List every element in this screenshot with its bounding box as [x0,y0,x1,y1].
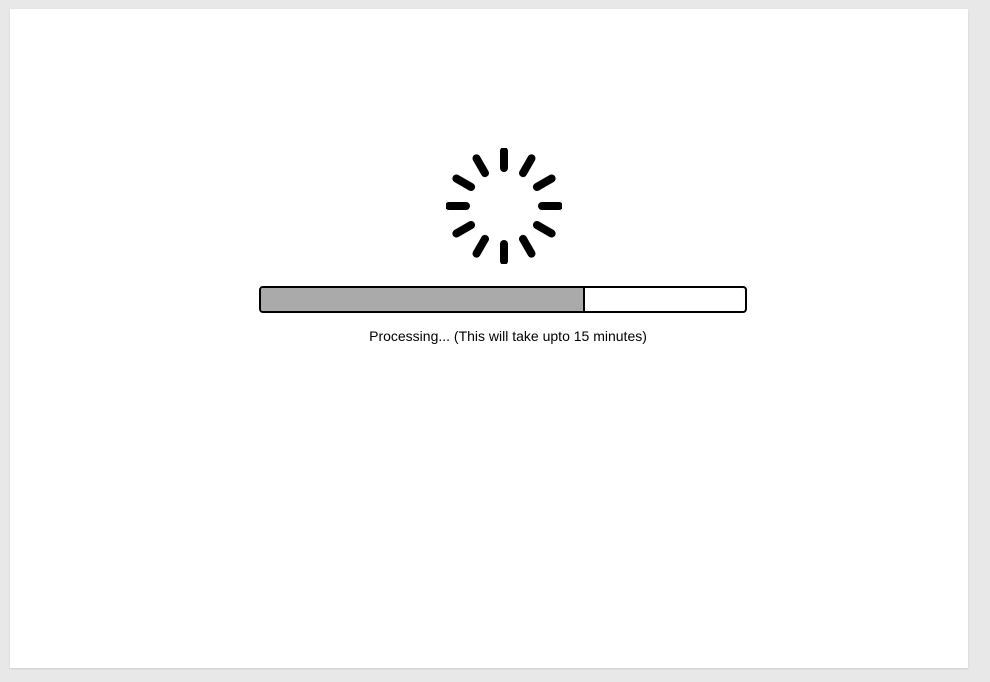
spinner-spoke [472,234,489,258]
spinner-spoke [519,234,536,258]
spinner-spoke [452,174,476,191]
loading-spinner-icon [446,148,562,264]
spinner-spoke [532,221,556,238]
spinner-spoke [452,221,476,238]
spinner-spoke [532,174,556,191]
spinner-spoke [519,154,536,178]
loading-panel: Processing... (This will take upto 15 mi… [10,9,968,668]
spinner-spoke [472,154,489,178]
progress-bar [259,286,747,313]
status-text: Processing... (This will take upto 15 mi… [369,328,647,344]
progress-bar-fill [261,288,586,311]
